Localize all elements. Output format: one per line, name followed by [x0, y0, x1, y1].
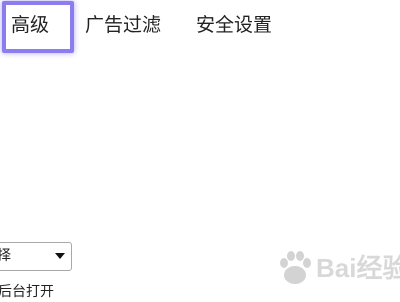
dropdown-select[interactable]: 择 [0, 242, 72, 271]
watermark-text: Bai经验 [316, 253, 400, 283]
tab-advanced[interactable]: 高级 [11, 10, 49, 40]
background-open-option-label: 后台打开 [0, 284, 54, 300]
dropdown-selected-value: 择 [0, 248, 11, 264]
settings-tab-bar: 高级 广告过滤 安全设置 [0, 0, 400, 50]
baidu-jingyan-watermark: Bai经验 [276, 249, 400, 287]
tab-ad-filter[interactable]: 广告过滤 [85, 10, 161, 40]
paw-icon [280, 251, 311, 284]
tab-security-settings[interactable]: 安全设置 [196, 10, 272, 40]
caret-down-icon [55, 253, 65, 259]
